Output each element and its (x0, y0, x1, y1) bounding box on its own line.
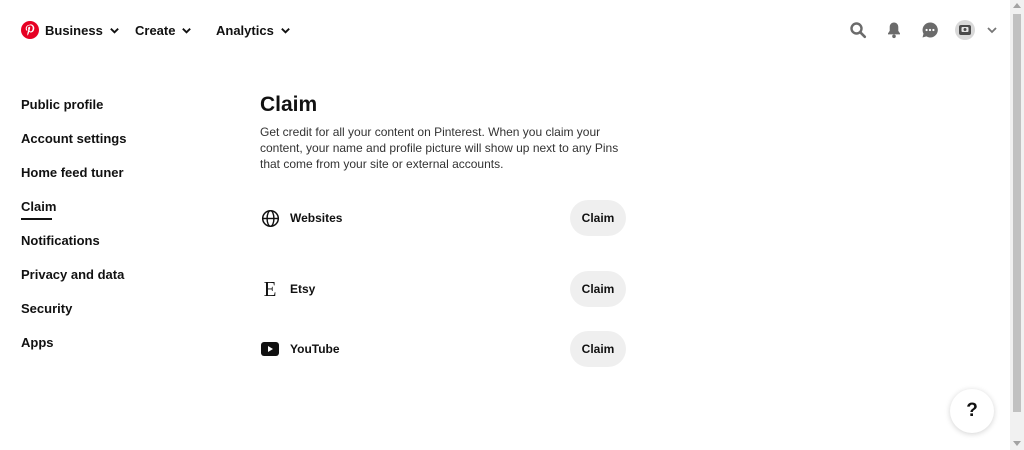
claim-websites-button[interactable]: Claim (570, 200, 626, 236)
chevron-down-icon[interactable] (986, 24, 998, 36)
sidebar-item-account-settings[interactable]: Account settings (21, 131, 126, 146)
page-description: Get credit for all your content on Pinte… (260, 125, 619, 171)
nav-create-label: Create (135, 23, 176, 38)
search-icon[interactable] (848, 20, 868, 40)
sidebar-item-apps[interactable]: Apps (21, 335, 54, 350)
chevron-down-icon (280, 28, 290, 34)
nav-create[interactable]: Create (135, 23, 192, 38)
pinterest-logo[interactable] (21, 21, 39, 39)
youtube-label: YouTube (290, 342, 340, 356)
claim-youtube-button[interactable]: Claim (570, 331, 626, 367)
etsy-icon-letter: E (263, 277, 277, 301)
sidebar-item-security[interactable]: Security (21, 301, 72, 316)
nav-analytics-label: Analytics (216, 23, 274, 38)
scroll-thumb[interactable] (1013, 14, 1021, 412)
globe-icon (260, 208, 280, 228)
sidebar-item-privacy-and-data[interactable]: Privacy and data (21, 267, 124, 282)
websites-label: Websites (290, 211, 343, 225)
etsy-icon: E (260, 277, 280, 301)
nav-analytics[interactable]: Analytics (216, 23, 291, 38)
claim-row-websites: Websites Claim (260, 200, 626, 236)
scroll-up-arrow[interactable] (1013, 3, 1021, 8)
bell-icon[interactable] (884, 20, 904, 40)
sidebar-item-claim[interactable]: Claim (21, 199, 56, 220)
sidebar-item-home-feed-tuner[interactable]: Home feed tuner (21, 165, 124, 180)
scrollbar[interactable] (1010, 0, 1024, 450)
avatar[interactable] (955, 20, 975, 40)
help-button[interactable]: ? (950, 389, 994, 433)
chat-icon[interactable] (920, 20, 940, 40)
etsy-label: Etsy (290, 282, 316, 296)
top-nav: Business Create Analytics (0, 0, 1010, 62)
page-title: Claim (260, 93, 318, 116)
youtube-icon (260, 339, 280, 359)
claim-row-youtube: YouTube Claim (260, 331, 626, 367)
chevron-down-icon (182, 28, 192, 34)
chevron-down-icon (109, 28, 119, 34)
nav-business[interactable]: Business (45, 23, 120, 38)
sidebar-item-public-profile[interactable]: Public profile (21, 97, 103, 112)
nav-business-label: Business (45, 23, 103, 38)
scroll-down-arrow[interactable] (1013, 441, 1021, 446)
claim-etsy-button[interactable]: Claim (570, 271, 626, 307)
sidebar-item-notifications[interactable]: Notifications (21, 233, 100, 248)
claim-row-etsy: E Etsy Claim (260, 271, 626, 307)
